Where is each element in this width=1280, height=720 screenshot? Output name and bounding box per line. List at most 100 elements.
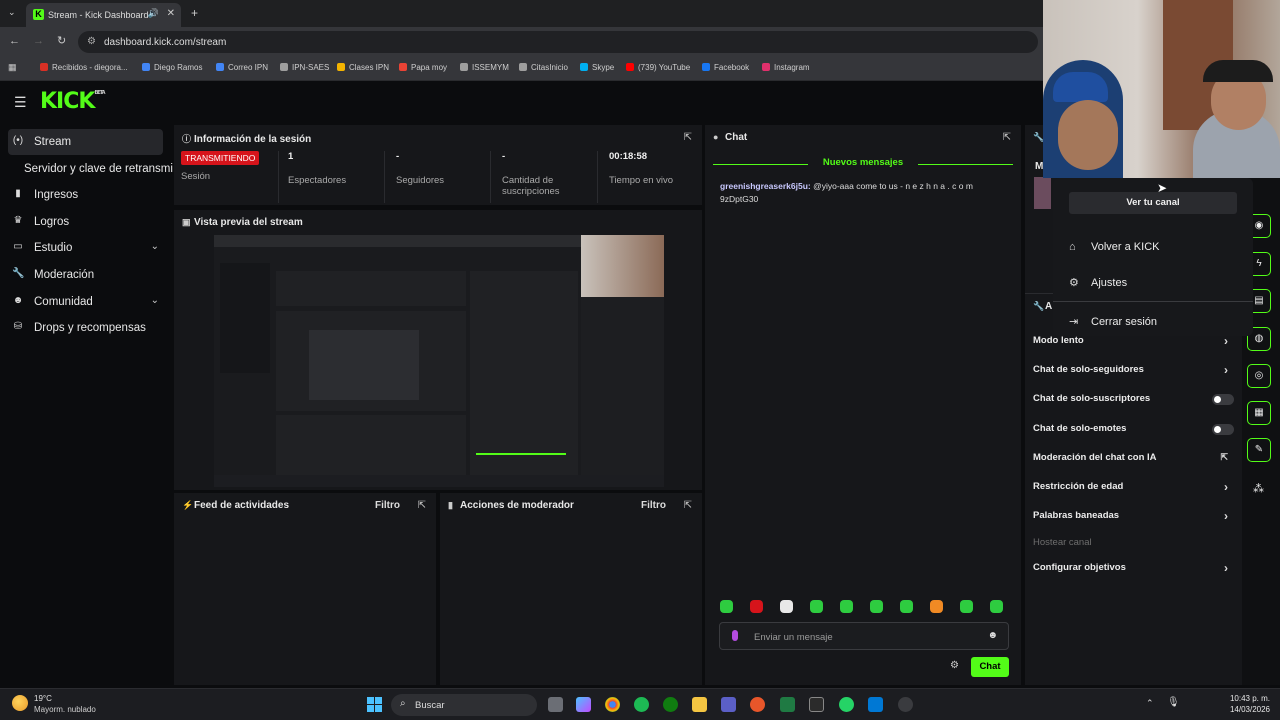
- menu-hamburger-icon[interactable]: ☰: [14, 94, 27, 111]
- mic-tray-icon[interactable]: 🎙: [1167, 697, 1180, 708]
- chat-input[interactable]: Enviar un mensaje ☻: [719, 622, 1009, 650]
- view-channel-button[interactable]: Ver tu canal: [1069, 192, 1237, 214]
- bookmark-item[interactable]: ISSEMYM: [460, 63, 509, 72]
- teams-icon[interactable]: [721, 697, 736, 712]
- chevron-right-icon[interactable]: ›: [1224, 363, 1228, 377]
- chevron-down-icon[interactable]: ⌄: [151, 295, 159, 306]
- emoji-icon[interactable]: ☻: [987, 630, 998, 641]
- reload-icon[interactable]: ↻: [57, 34, 66, 47]
- chevron-right-icon[interactable]: ›: [1224, 509, 1228, 523]
- sidebar-item-drops[interactable]: ⛁ Drops y recompensas: [8, 315, 163, 341]
- stream-preview-video[interactable]: [214, 235, 664, 487]
- close-tab-icon[interactable]: ✕: [167, 8, 175, 19]
- bookmark-item[interactable]: Instagram: [762, 63, 810, 72]
- mod-setting-item[interactable]: Hostear canal: [1033, 537, 1228, 555]
- external-link-icon[interactable]: ⇱: [1220, 452, 1228, 463]
- mic-icon[interactable]: [732, 630, 738, 641]
- popout-icon[interactable]: ⇱: [418, 500, 426, 511]
- whatsapp-icon[interactable]: [839, 697, 854, 712]
- bookmark-item[interactable]: Clases IPN: [337, 63, 389, 72]
- mod-setting-item[interactable]: Modo lento ›: [1033, 334, 1228, 353]
- copilot-icon[interactable]: [576, 697, 591, 712]
- chat-message[interactable]: greenishgreaserk6j5u: @yiyo-aaa come to …: [720, 180, 1005, 206]
- browser-tab[interactable]: K Stream - Kick Dashboard 🔊 ✕: [26, 3, 181, 27]
- toggle-switch[interactable]: [1212, 424, 1234, 435]
- taskbar-search[interactable]: ⌕ Buscar: [391, 694, 537, 716]
- mod-setting-item[interactable]: Moderación del chat con IA ⇱: [1033, 452, 1228, 470]
- back-icon[interactable]: ←: [9, 35, 20, 47]
- mod-setting-item[interactable]: Chat de solo-suscriptores: [1033, 393, 1234, 411]
- emote-icon[interactable]: [840, 600, 853, 613]
- sidebar-item-logros[interactable]: ♛ Logros: [8, 209, 163, 235]
- sidebar-item-estudio[interactable]: ▭ Estudio ⌄: [8, 235, 163, 261]
- menu-item-settings[interactable]: ⚙ Ajustes: [1069, 276, 1127, 289]
- emote-icon[interactable]: [960, 600, 973, 613]
- popout-icon[interactable]: ⇱: [684, 500, 692, 511]
- new-tab-icon[interactable]: +: [191, 6, 198, 20]
- mod-setting-item[interactable]: Palabras baneadas ›: [1033, 509, 1228, 528]
- chevron-right-icon[interactable]: ›: [1224, 480, 1228, 494]
- avatar[interactable]: [1034, 177, 1051, 209]
- popout-icon[interactable]: ⇱: [1003, 132, 1011, 143]
- tab-list-icon[interactable]: ⌄: [8, 7, 16, 18]
- url-input[interactable]: ⚙ dashboard.kick.com/stream: [78, 31, 1038, 53]
- modactions-filter-button[interactable]: Filtro: [641, 500, 666, 511]
- bookmark-item[interactable]: (739) YouTube: [626, 63, 690, 72]
- rail-stack-icon[interactable]: ▦: [1247, 401, 1271, 425]
- toggle-switch[interactable]: [1212, 394, 1234, 405]
- epic-games-icon[interactable]: [809, 697, 824, 712]
- emote-icon[interactable]: [990, 600, 1003, 613]
- popout-icon[interactable]: ⇱: [684, 132, 692, 143]
- sidebar-item-comunidad[interactable]: ☻ Comunidad ⌄: [8, 289, 163, 315]
- chat-settings-icon[interactable]: ⚙: [950, 660, 959, 671]
- mod-setting-item[interactable]: Chat de solo-emotes: [1033, 423, 1234, 441]
- outlook-icon[interactable]: [868, 697, 883, 712]
- sidebar-item-ingresos[interactable]: ▮ Ingresos: [8, 182, 163, 208]
- emote-icon[interactable]: [780, 600, 793, 613]
- sidebar-item-moderacion[interactable]: 🔧 Moderación: [8, 262, 163, 288]
- spotify-icon[interactable]: [634, 697, 649, 712]
- speaker-icon[interactable]: 🔊: [148, 8, 159, 19]
- bookmark-item[interactable]: Papa moy: [399, 63, 447, 72]
- bookmark-item[interactable]: Skype: [580, 63, 614, 72]
- taskbar-clock[interactable]: 10:43 p. m. 14/03/2026: [1226, 693, 1270, 715]
- bookmark-item[interactable]: CitasInicio: [519, 63, 568, 72]
- menu-item-back-to-kick[interactable]: ⌂ Volver a KICK: [1069, 241, 1159, 253]
- menu-item-logout[interactable]: ⇥ Cerrar sesión: [1069, 315, 1157, 328]
- emote-icon[interactable]: [810, 600, 823, 613]
- bookmark-item[interactable]: IPN-SAES: [280, 63, 329, 72]
- send-chat-button[interactable]: Chat: [971, 657, 1009, 677]
- chevron-right-icon[interactable]: ›: [1224, 561, 1228, 575]
- excel-icon[interactable]: [780, 697, 795, 712]
- emote-icon[interactable]: [720, 600, 733, 613]
- bookmark-item[interactable]: Correo IPN: [216, 63, 268, 72]
- rail-broadcast-icon[interactable]: ◎: [1247, 364, 1271, 388]
- windows-start-icon[interactable]: [367, 697, 383, 713]
- apps-grid-icon[interactable]: ▦: [8, 62, 17, 73]
- chevron-right-icon[interactable]: ›: [1224, 334, 1228, 348]
- site-info-icon[interactable]: ⚙: [87, 36, 96, 47]
- bookmark-item[interactable]: Diego Ramos: [142, 63, 202, 72]
- sidebar-item-stream[interactable]: (•) Stream: [8, 129, 163, 155]
- forward-icon[interactable]: →: [33, 35, 44, 47]
- chrome-icon[interactable]: [605, 697, 620, 712]
- tray-chevron-icon[interactable]: ⌃: [1146, 698, 1154, 709]
- emote-icon[interactable]: [900, 600, 913, 613]
- bookmark-item[interactable]: Facebook: [702, 63, 749, 72]
- app-icon[interactable]: [750, 697, 765, 712]
- steam-icon[interactable]: [898, 697, 913, 712]
- sidebar-item-servidor[interactable]: Servidor y clave de retransmi: [8, 156, 173, 182]
- new-messages-divider[interactable]: Nuevos mensajes: [713, 157, 1013, 171]
- activity-filter-button[interactable]: Filtro: [375, 500, 400, 511]
- emote-icon[interactable]: [870, 600, 883, 613]
- mod-setting-item[interactable]: Configurar objetivos ›: [1033, 561, 1228, 580]
- mod-setting-item[interactable]: Restricción de edad ›: [1033, 480, 1228, 499]
- file-explorer-icon[interactable]: [692, 697, 707, 712]
- bookmark-item[interactable]: Recibidos - diegora...: [40, 63, 128, 72]
- emote-icon[interactable]: [930, 600, 943, 613]
- chevron-down-icon[interactable]: ⌄: [151, 241, 159, 252]
- rail-community-icon[interactable]: ⁂: [1253, 482, 1264, 495]
- kick-logo[interactable]: KICKBETA: [40, 89, 106, 114]
- rail-wrench-icon[interactable]: ✎: [1247, 438, 1271, 462]
- emote-icon[interactable]: [750, 600, 763, 613]
